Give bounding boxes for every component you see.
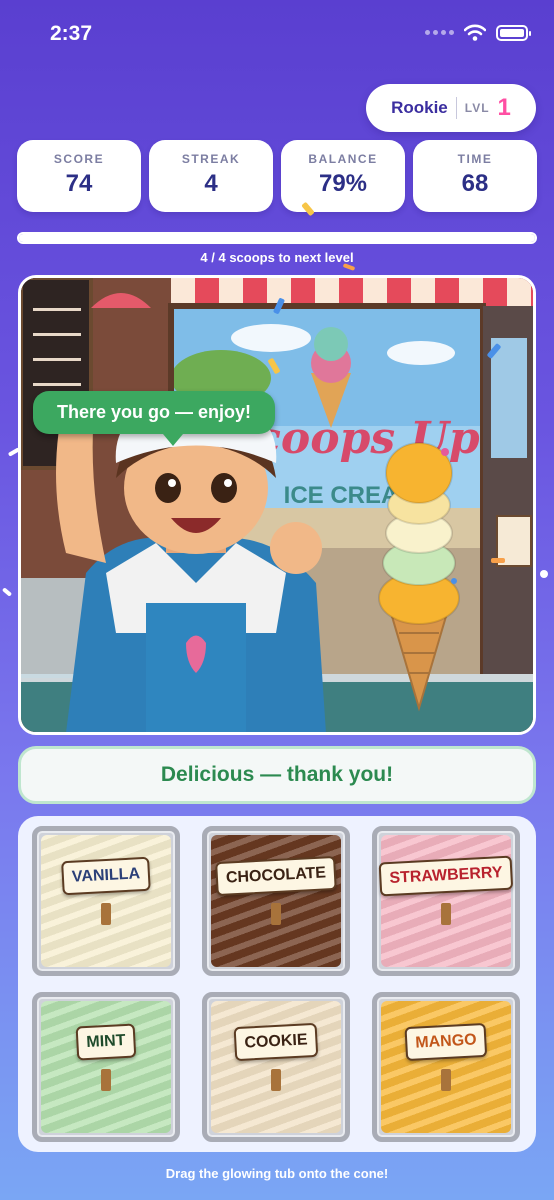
shop-scene: Scoops Up ICE CREAM There you go — enjoy… [18, 275, 536, 735]
awning-stripes [171, 278, 533, 306]
status-bar: 2:37 [0, 0, 554, 70]
stat-label: SCORE [53, 152, 105, 166]
stat-label: TIME [457, 152, 493, 166]
level-badge: Rookie LVL 1 [366, 84, 536, 132]
label-stick [271, 1069, 281, 1091]
stat-value: 68 [461, 170, 489, 197]
tub-surface [381, 835, 511, 967]
level-label: LVL [464, 101, 490, 115]
ice-cream-cone [378, 442, 460, 712]
tub-label: CHOCOLATE [215, 855, 337, 897]
label-stick [101, 1069, 111, 1091]
cellular-signal-icon [425, 30, 454, 35]
tub-surface [211, 1001, 341, 1133]
status-icons [425, 24, 531, 41]
stat-streak: STREAK 4 [149, 140, 273, 212]
wifi-icon [464, 24, 486, 41]
confetti [491, 558, 505, 563]
stat-balance: BALANCE 79% [281, 140, 405, 212]
tub-surface [41, 835, 171, 967]
tub-chocolate[interactable]: CHOCOLATE [202, 826, 350, 976]
tub-mint[interactable]: MINT [32, 992, 180, 1142]
label-stick [441, 903, 451, 925]
stat-score: SCORE 74 [17, 140, 141, 212]
label-stick [271, 903, 281, 925]
drag-hint: Drag the glowing tub onto the cone! [165, 1166, 389, 1181]
tub-label: COOKIE [233, 1022, 319, 1062]
flavor-tubs: VANILLA CHOCOLATE STRAWBERRY MINT COOKIE… [18, 816, 536, 1152]
stats-row: SCORE 74 STREAK 4 BALANCE 79% TIME 68 [17, 140, 537, 212]
tub-cookie[interactable]: COOKIE [202, 992, 350, 1142]
rank-label: Rookie [391, 98, 448, 117]
tub-label: MINT [75, 1023, 137, 1061]
stat-label: BALANCE [308, 152, 378, 166]
feedback-message: Delicious — thank you! [18, 746, 536, 804]
stat-label: STREAK [181, 152, 241, 166]
speech-bubble: There you go — enjoy! [33, 391, 276, 446]
stat-value: 4 [204, 170, 218, 197]
level-progress-bar [17, 232, 537, 244]
tub-surface [41, 1001, 171, 1133]
status-time: 2:37 [50, 22, 93, 45]
confetti [441, 448, 449, 456]
confetti [451, 578, 457, 584]
confetti [1, 587, 13, 597]
tub-surface [381, 1001, 511, 1133]
battery-icon [496, 24, 531, 41]
label-stick [441, 1069, 451, 1091]
label-stick [101, 903, 111, 925]
tub-mango[interactable]: MANGO [372, 992, 520, 1142]
stat-value: 74 [65, 170, 93, 197]
tub-strawberry[interactable]: STRAWBERRY [372, 826, 520, 976]
tub-surface [211, 835, 341, 967]
stat-time: TIME 68 [413, 140, 537, 212]
tub-label: MANGO [404, 1022, 488, 1062]
confetti [540, 570, 548, 578]
tub-vanilla[interactable]: VANILLA [32, 826, 180, 976]
level-progress-text: 4 / 4 scoops to next level [200, 250, 354, 265]
tub-label: VANILLA [61, 856, 151, 896]
tub-label: STRAWBERRY [378, 855, 514, 897]
level-number: 1 [497, 94, 511, 121]
pill-divider [455, 97, 457, 119]
level-progress-fill [19, 234, 535, 242]
stat-value: 79% [318, 170, 368, 197]
